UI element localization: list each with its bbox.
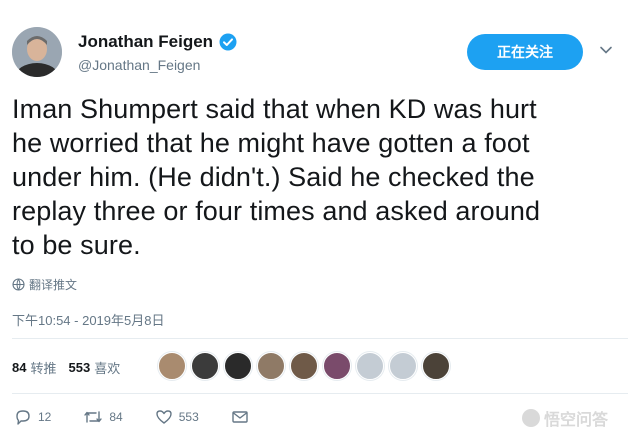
direct-message-button[interactable] xyxy=(231,408,255,426)
verified-badge-icon xyxy=(219,33,237,51)
wukong-logo-icon xyxy=(522,409,540,427)
following-button[interactable]: 正在关注 xyxy=(467,34,583,70)
tweet-timestamp[interactable]: 下午10:54 - 2019年5月8日 xyxy=(12,310,164,329)
liker-avatar[interactable] xyxy=(422,352,450,380)
reply-icon xyxy=(16,410,30,425)
liker-avatar[interactable] xyxy=(356,352,384,380)
globe-icon xyxy=(12,278,25,291)
tweet-text: Iman Shumpert said that when KD was hurt… xyxy=(12,94,541,260)
translate-tweet-link[interactable]: 翻译推文 xyxy=(12,276,77,293)
liker-avatars xyxy=(158,352,455,380)
chevron-down-icon[interactable] xyxy=(598,42,614,58)
liker-avatar[interactable] xyxy=(323,352,351,380)
liker-avatar[interactable] xyxy=(290,352,318,380)
reply-count: 12 xyxy=(38,410,52,424)
retweet-label[interactable]: 转推 xyxy=(30,358,56,377)
like-button[interactable]: 553 xyxy=(155,408,199,426)
liker-avatar[interactable] xyxy=(158,352,186,380)
envelope-icon xyxy=(232,411,248,423)
retweet-icon xyxy=(84,411,103,423)
retweet-action-count: 84 xyxy=(109,410,123,424)
like-label[interactable]: 喜欢 xyxy=(94,358,120,377)
retweet-count[interactable]: 84 xyxy=(12,360,26,375)
user-avatar[interactable] xyxy=(12,27,62,77)
display-name[interactable]: Jonathan Feigen xyxy=(78,32,213,52)
tweet-actions: 12 84 553 xyxy=(14,408,287,426)
divider xyxy=(12,393,628,394)
avatar-photo xyxy=(12,27,62,77)
watermark-text: 悟空问答 xyxy=(544,412,609,429)
liker-avatar[interactable] xyxy=(257,352,285,380)
tweet-card: Jonathan Feigen @Jonathan_Feigen 正在关注 Im… xyxy=(0,0,640,439)
like-action-count: 553 xyxy=(178,410,199,424)
liker-avatar[interactable] xyxy=(389,352,417,380)
heart-icon xyxy=(156,410,172,424)
liker-avatar[interactable] xyxy=(191,352,219,380)
watermark: 悟空问答 xyxy=(522,406,608,430)
divider xyxy=(12,338,628,339)
reply-button[interactable]: 12 xyxy=(14,408,51,426)
tweet-stats: 84 转推 553 喜欢 xyxy=(12,358,132,377)
liker-avatar[interactable] xyxy=(224,352,252,380)
user-handle[interactable]: @Jonathan_Feigen xyxy=(78,57,200,73)
retweet-button[interactable]: 84 xyxy=(83,408,123,426)
like-count[interactable]: 553 xyxy=(68,360,90,375)
translate-label: 翻译推文 xyxy=(29,278,78,292)
